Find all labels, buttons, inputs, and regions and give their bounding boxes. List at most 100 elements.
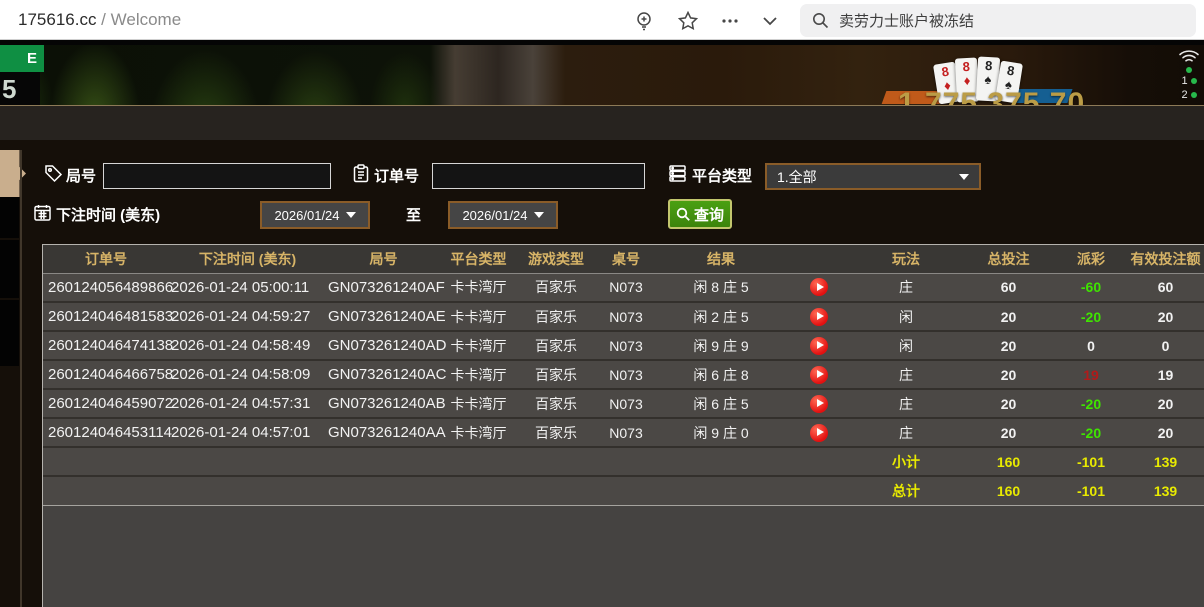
- cell-play-type: 闲: [851, 331, 961, 360]
- total-bet: 160: [961, 476, 1056, 505]
- order-no-input[interactable]: [432, 163, 645, 189]
- bet-time-label: 下注时间 (美东): [56, 204, 160, 225]
- cell-result: 闲 9 庄 9: [656, 331, 786, 360]
- more-options-icon[interactable]: [718, 9, 742, 33]
- cell-order-no: 260124046453114: [43, 418, 169, 447]
- cell-payout: -20: [1056, 418, 1126, 447]
- cell-table-no: N073: [596, 418, 656, 447]
- platform-icon: [668, 164, 687, 188]
- cell-game-no: GN073261240AA: [326, 418, 441, 447]
- bet-records-table: 订单号 下注时间 (美东) 局号 平台类型 游戏类型 桌号 结果 玩法 总投注 …: [42, 244, 1204, 607]
- sidebar-menu-item[interactable]: [0, 300, 19, 366]
- cell-game-no: GN073261240AE: [326, 302, 441, 331]
- table-row: 260124046453114 2026-01-24 04:57:01 GN07…: [43, 418, 1204, 447]
- sidebar-menu-item[interactable]: [0, 240, 19, 298]
- cell-platform: 卡卡湾厅: [441, 331, 516, 360]
- cell-bet-time: 2026-01-24 04:57:31: [169, 389, 326, 418]
- play-video-button[interactable]: [810, 308, 828, 326]
- cell-game-type: 百家乐: [516, 360, 596, 389]
- total-row: 总计 160 -101 139: [43, 476, 1204, 505]
- cell-valid-bet: 0: [1126, 331, 1204, 360]
- play-video-button[interactable]: [810, 366, 828, 384]
- banner-sub-strip: [0, 106, 1204, 140]
- total-label: 总计: [851, 476, 961, 505]
- play-video-button[interactable]: [810, 278, 828, 296]
- chevron-down-icon[interactable]: [758, 9, 782, 33]
- cell-payout: -60: [1056, 273, 1126, 302]
- col-valid-bet: 有效投注额: [1126, 245, 1204, 273]
- dropdown-arrow-icon: [959, 174, 969, 180]
- cell-valid-bet: 20: [1126, 389, 1204, 418]
- live-badge: E: [0, 45, 44, 72]
- line-indicator-2: 2: [1181, 89, 1196, 101]
- table-row: 260124056489866 2026-01-24 05:00:11 GN07…: [43, 273, 1204, 302]
- sidebar-menu-item[interactable]: [0, 197, 19, 238]
- play-video-button[interactable]: [810, 424, 828, 442]
- jackpot-amount: 1,775,375.70: [898, 87, 1085, 106]
- cell-bet-time: 2026-01-24 04:58:09: [169, 360, 326, 389]
- search-icon: [812, 12, 829, 29]
- play-video-button[interactable]: [810, 395, 828, 413]
- title-separator: /: [96, 10, 110, 29]
- cell-game-no: GN073261240AB: [326, 389, 441, 418]
- play-video-button[interactable]: [810, 337, 828, 355]
- query-button-label: 查询: [694, 204, 724, 225]
- sidebar-menu-collapsed: [0, 197, 19, 368]
- sidebar-expand-tab[interactable]: [0, 150, 26, 197]
- cell-play-type: 庄: [851, 273, 961, 302]
- cell-table-no: N073: [596, 389, 656, 418]
- search-input[interactable]: 卖劳力士账户被冻结: [800, 4, 1196, 37]
- cell-payout: -20: [1056, 389, 1126, 418]
- search-icon: [676, 207, 691, 222]
- platform-type-select[interactable]: 1.全部: [765, 163, 981, 190]
- platform-type-label: 平台类型: [692, 165, 752, 186]
- subtotal-row: 小计 160 -101 139: [43, 447, 1204, 476]
- cell-game-type: 百家乐: [516, 331, 596, 360]
- cell-result: 闲 8 庄 5: [656, 273, 786, 302]
- total-valid: 139: [1126, 476, 1204, 505]
- date-to-value: 2026/01/24: [462, 208, 527, 223]
- date-to-picker[interactable]: 2026/01/24: [448, 201, 558, 229]
- table-row: 260124046459072 2026-01-24 04:57:31 GN07…: [43, 389, 1204, 418]
- line-status-dot: [1191, 92, 1197, 98]
- table-row: 260124046481583 2026-01-24 04:59:27 GN07…: [43, 302, 1204, 331]
- browser-essentials-icon[interactable]: [632, 9, 656, 33]
- cell-game-no: GN073261240AF: [326, 273, 441, 302]
- favorites-star-icon[interactable]: [676, 9, 700, 33]
- cell-payout: -20: [1056, 302, 1126, 331]
- line-status-dot: [1191, 78, 1197, 84]
- cell-result: 闲 9 庄 0: [656, 418, 786, 447]
- cell-bet-time: 2026-01-24 04:57:01: [169, 418, 326, 447]
- clipboard-icon: [352, 164, 370, 188]
- table-row: 260124046474138 2026-01-24 04:58:49 GN07…: [43, 331, 1204, 360]
- cell-order-no: 260124046466758: [43, 360, 169, 389]
- calendar-icon: [33, 203, 52, 227]
- cell-order-no: 260124046481583: [43, 302, 169, 331]
- game-no-input[interactable]: [103, 163, 331, 189]
- cell-total-bet: 20: [961, 331, 1056, 360]
- col-result: 结果: [656, 245, 786, 273]
- query-button[interactable]: 查询: [668, 199, 732, 229]
- cell-platform: 卡卡湾厅: [441, 302, 516, 331]
- col-payout: 派彩: [1056, 245, 1126, 273]
- subtotal-label: 小计: [851, 447, 961, 476]
- date-from-picker[interactable]: 2026/01/24: [260, 201, 370, 229]
- cell-result: 闲 6 庄 5: [656, 389, 786, 418]
- table-tile-number: 5: [0, 72, 40, 106]
- col-order-no: 订单号: [43, 245, 169, 273]
- sidebar-divider: [20, 150, 22, 607]
- site-name: 175616.cc: [18, 10, 96, 29]
- cell-play-type: 闲: [851, 302, 961, 331]
- cell-bet-time: 2026-01-24 05:00:11: [169, 273, 326, 302]
- connection-panel: 1 2: [1174, 49, 1204, 101]
- cell-result: 闲 6 庄 8: [656, 360, 786, 389]
- cell-valid-bet: 20: [1126, 418, 1204, 447]
- cell-game-type: 百家乐: [516, 418, 596, 447]
- col-video: [786, 245, 851, 273]
- cell-bet-time: 2026-01-24 04:59:27: [169, 302, 326, 331]
- status-dot: [1186, 67, 1192, 73]
- cell-platform: 卡卡湾厅: [441, 360, 516, 389]
- cell-valid-bet: 60: [1126, 273, 1204, 302]
- cell-bet-time: 2026-01-24 04:58:49: [169, 331, 326, 360]
- to-label: 至: [406, 204, 421, 225]
